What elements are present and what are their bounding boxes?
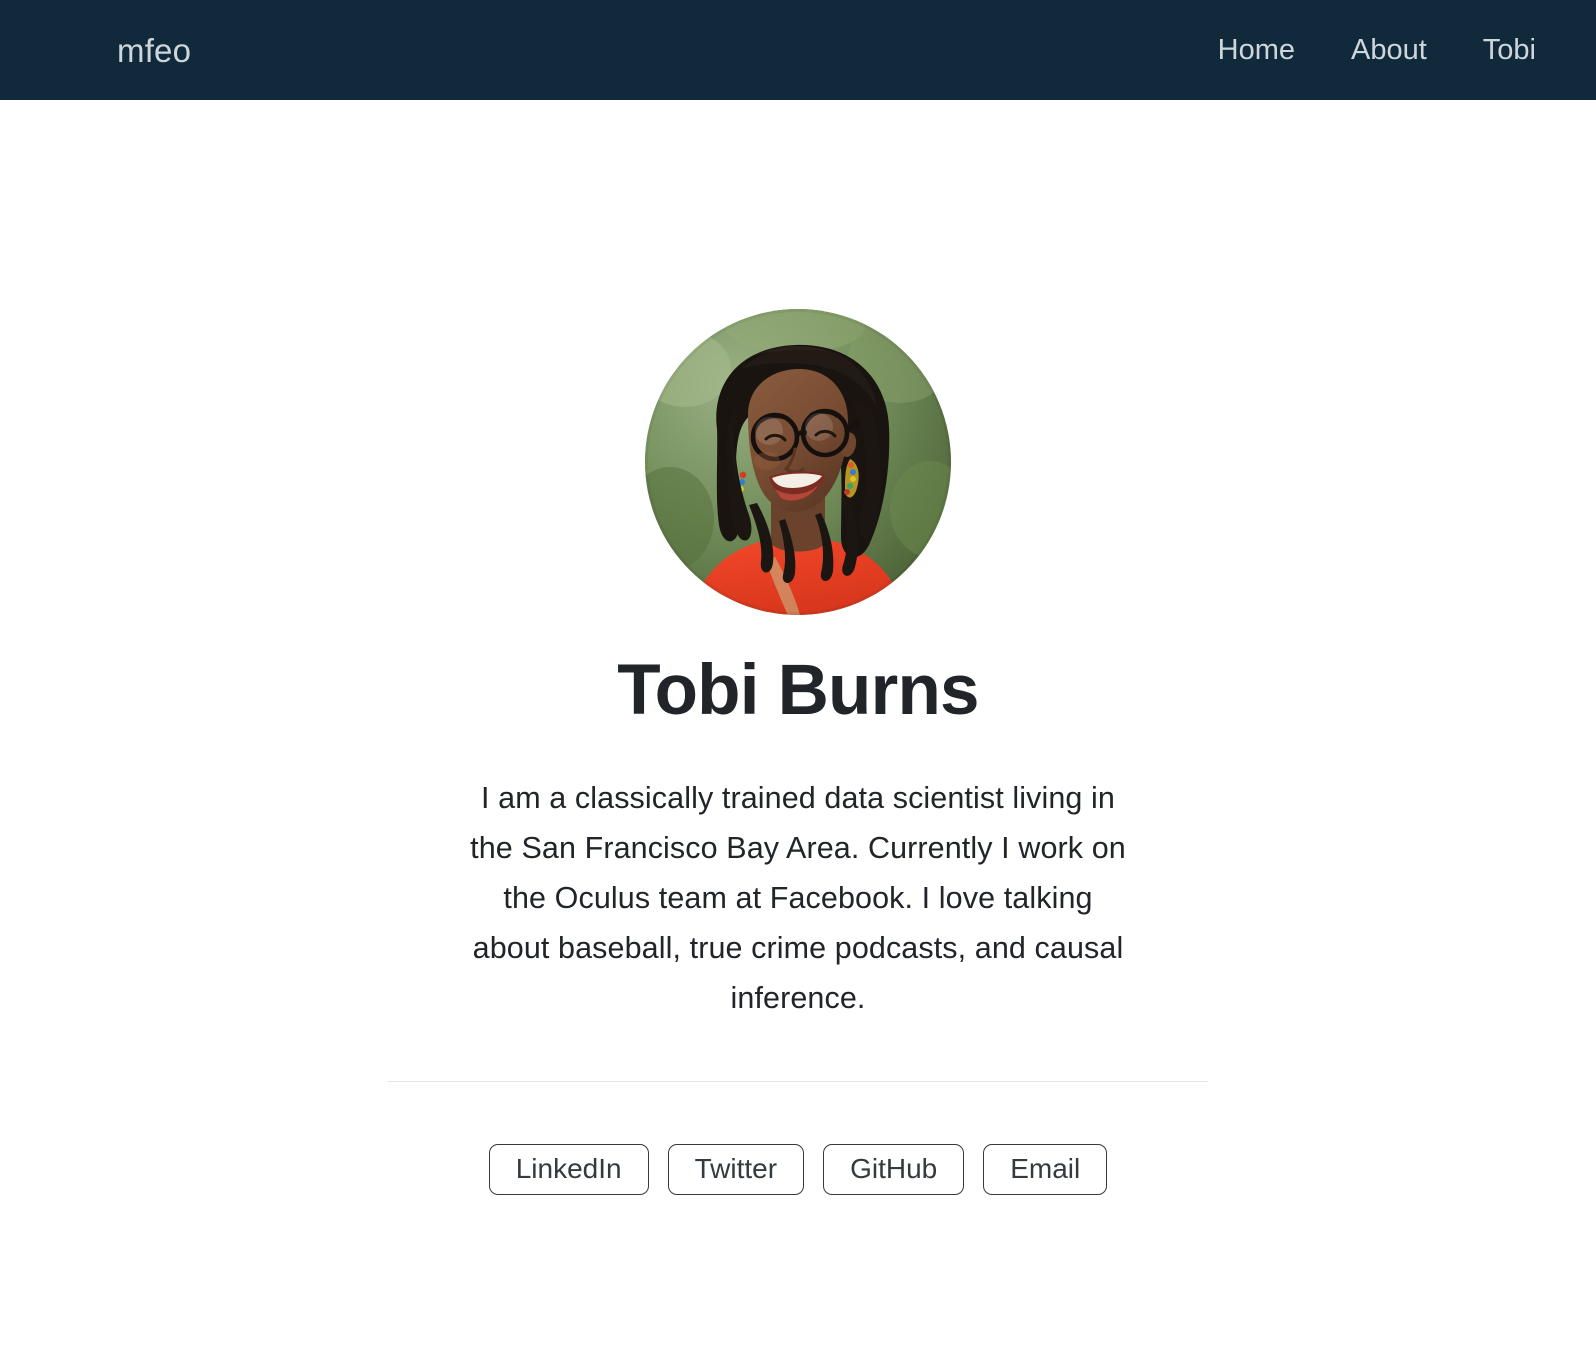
- top-navbar: mfeo Home About Tobi: [0, 0, 1596, 100]
- link-button-linkedin[interactable]: LinkedIn: [488, 1143, 649, 1195]
- nav-link-about[interactable]: About: [1323, 28, 1455, 73]
- brand-logo[interactable]: mfeo: [117, 34, 191, 67]
- avatar: [645, 309, 951, 615]
- link-button-email[interactable]: Email: [983, 1143, 1108, 1195]
- link-button-twitter[interactable]: Twitter: [667, 1143, 805, 1195]
- link-button-github[interactable]: GitHub: [823, 1143, 965, 1195]
- nav-link-home[interactable]: Home: [1190, 28, 1323, 73]
- social-links-row: LinkedIn Twitter GitHub Email: [488, 1143, 1108, 1195]
- nav-link-tobi[interactable]: Tobi: [1455, 28, 1536, 73]
- primary-navigation: Home About Tobi: [1190, 28, 1536, 73]
- section-divider: [388, 1080, 1208, 1082]
- page-title: Tobi Burns: [617, 651, 979, 730]
- avatar-photo: [645, 309, 951, 615]
- main-content: Tobi Burns I am a classically trained da…: [0, 100, 1596, 1195]
- profile-bio: I am a classically trained data scientis…: [470, 780, 1126, 1015]
